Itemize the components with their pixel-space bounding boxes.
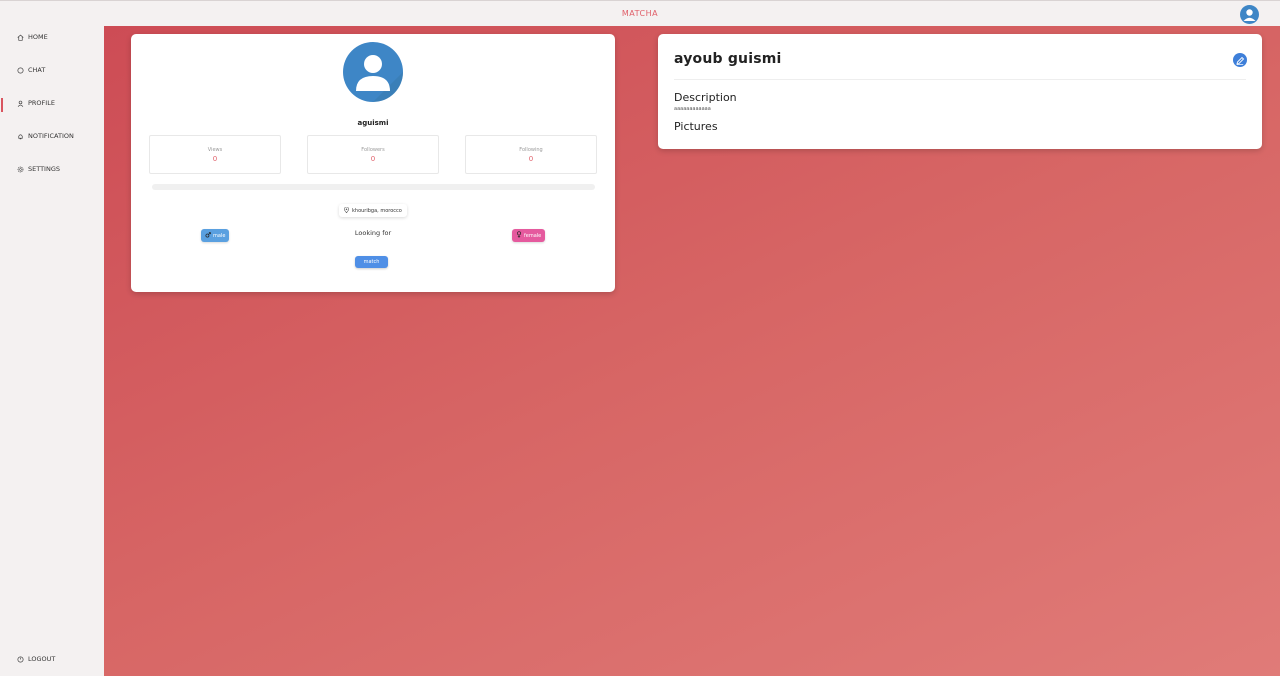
stat-following: Following 0	[465, 135, 597, 174]
location-text: khouribga, morocco	[352, 207, 402, 214]
user-avatar-icon[interactable]	[1240, 5, 1259, 24]
profile-username: aguismi	[357, 119, 389, 127]
location-pin-icon	[343, 206, 350, 215]
avatar	[343, 42, 403, 102]
profile-card: aguismi Views 0 Followers 0 Following 0 …	[131, 34, 615, 292]
stat-followers: Followers 0	[307, 135, 439, 174]
sidebar-item-label: PROFILE	[28, 99, 55, 107]
stat-value: 0	[528, 155, 534, 163]
stat-views: Views 0	[149, 135, 281, 174]
power-icon	[17, 655, 24, 663]
female-icon	[516, 231, 522, 240]
full-name: ayoub guismi	[674, 51, 782, 67]
gender-button-female[interactable]: female	[512, 229, 546, 242]
logout-label: LOGOUT	[28, 655, 56, 663]
sidebar-item-label: CHAT	[28, 66, 46, 74]
pictures-title: Pictures	[674, 120, 718, 133]
gear-icon	[17, 166, 24, 173]
match-button[interactable]: match	[355, 256, 388, 268]
stat-label: Followers	[361, 147, 385, 153]
profile-progress-bar	[152, 184, 595, 190]
home-icon	[17, 34, 24, 41]
sidebar-item-label: HOME	[28, 33, 48, 41]
divider	[674, 79, 1246, 80]
edit-profile-button[interactable]	[1233, 53, 1247, 67]
sidebar-item-label: NOTIFICATION	[28, 132, 74, 140]
sidebar-item-settings[interactable]: SETTINGS	[17, 165, 60, 173]
pencil-icon	[1236, 56, 1245, 65]
sidebar-item-profile[interactable]: PROFILE	[17, 99, 55, 107]
stat-value: 0	[370, 155, 376, 163]
stat-value: 0	[212, 155, 218, 163]
interest-label: female	[524, 232, 542, 239]
description-title: Description	[674, 91, 737, 104]
logout-button[interactable]: LOGOUT	[17, 655, 55, 663]
sidebar-item-notification[interactable]: NOTIFICATION	[17, 132, 74, 140]
user-icon	[17, 100, 24, 107]
sidebar-item-home[interactable]: HOME	[17, 33, 48, 41]
stat-label: Views	[207, 147, 223, 153]
sidebar: HOME CHAT PROFILE NOTIFICATION SETTINGS …	[0, 26, 104, 676]
description-text: aaaaaaaaaaaa	[674, 106, 711, 112]
sidebar-item-chat[interactable]: CHAT	[17, 66, 45, 74]
sidebar-item-label: SETTINGS	[28, 165, 61, 173]
details-card: ayoub guismi Description aaaaaaaaaaaa Pi…	[658, 34, 1262, 149]
top-bar: MATCHA	[0, 0, 1280, 26]
bell-icon	[17, 133, 24, 140]
active-indicator	[1, 98, 3, 112]
stat-label: Following	[519, 147, 543, 153]
chat-icon	[17, 66, 24, 74]
location-badge: khouribga, morocco	[339, 204, 407, 217]
brand-title: MATCHA	[621, 9, 659, 18]
